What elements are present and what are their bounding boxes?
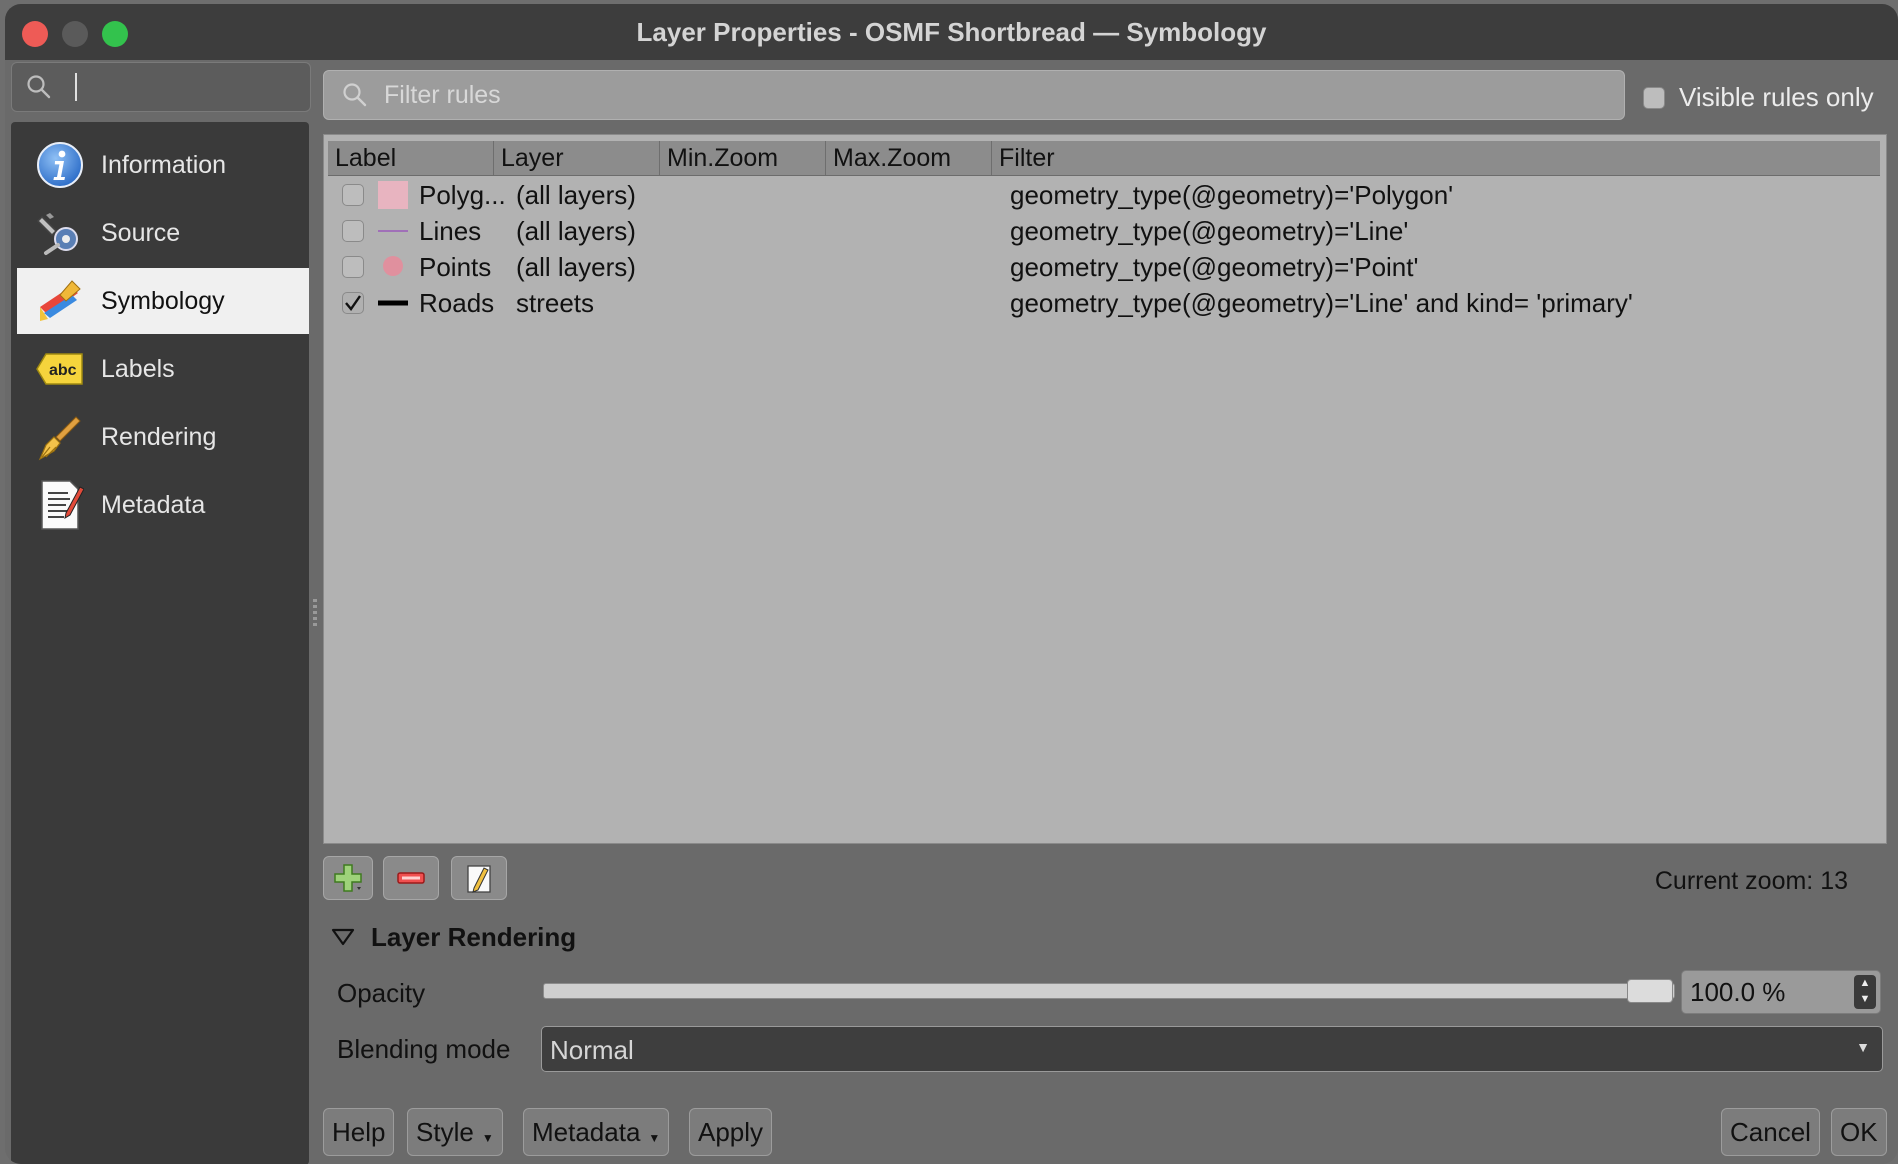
search-icon [342, 82, 368, 113]
rule-filter: geometry_type(@geometry)='Point' [1010, 252, 1419, 282]
cancel-button-label: Cancel [1730, 1116, 1811, 1147]
column-header-min-zoom[interactable]: Min.Zoom [660, 141, 826, 175]
apply-button-label: Apply [698, 1116, 764, 1147]
rule-label: Polyg... [419, 180, 506, 210]
window-title: Layer Properties - OSMF Shortbread — Sym… [636, 17, 1267, 47]
rule-filter: geometry_type(@geometry)='Line' [1010, 216, 1409, 246]
svg-text:abc: abc [49, 362, 77, 379]
rule-label: Lines [419, 216, 482, 246]
sidebar-item-source[interactable]: Source [17, 200, 309, 266]
sidebar-item-label: Source [101, 218, 181, 247]
opacity-slider-track[interactable] [543, 983, 1675, 999]
remove-icon [397, 872, 425, 884]
sidebar-item-information[interactable]: Information [17, 132, 309, 198]
line-symbol-icon [376, 213, 410, 249]
style-button[interactable]: Style ▼ [407, 1108, 503, 1156]
panel-splitter-handle[interactable] [313, 599, 317, 639]
sidebar-item-label: Rendering [101, 422, 217, 451]
rule-layer: (all layers) [516, 216, 636, 246]
symbology-icon [35, 276, 85, 326]
spinbox-arrows-icon[interactable]: ▲ ▼ [1854, 975, 1876, 1009]
collapse-triangle-icon[interactable] [331, 928, 355, 951]
visible-rules-only-toggle[interactable]: Visible rules only [1643, 82, 1874, 113]
metadata-icon [35, 480, 85, 530]
column-header-layer[interactable]: Layer [494, 141, 660, 175]
info-icon [35, 140, 85, 190]
cancel-button[interactable]: Cancel [1721, 1108, 1820, 1156]
rule-label: Roads [419, 288, 495, 318]
visible-rules-only-checkbox[interactable] [1643, 86, 1665, 109]
rule-enabled-checkbox[interactable] [342, 292, 364, 314]
source-icon [35, 208, 85, 258]
search-icon [26, 74, 52, 105]
rule-filter: geometry_type(@geometry)='Polygon' [1010, 180, 1454, 210]
metadata-button-label: Metadata [532, 1116, 641, 1147]
sidebar-item-metadata[interactable]: Metadata [17, 472, 309, 538]
style-button-label: Style [416, 1116, 474, 1147]
filter-rules-placeholder: Filter rules [384, 81, 501, 109]
metadata-button[interactable]: Metadata ▼ [523, 1108, 670, 1156]
column-header-max-zoom[interactable]: Max.Zoom [826, 141, 992, 175]
sidebar-item-label: Metadata [101, 490, 206, 519]
table-row[interactable]: Lines (all layers) geometry_type(@geomet… [328, 213, 1880, 249]
table-row[interactable]: Roads streets geometry_type(@geometry)='… [328, 285, 1880, 321]
checkmark-icon [345, 295, 361, 311]
blending-mode-select[interactable]: Normal ▼ [541, 1026, 1883, 1072]
add-icon [334, 864, 362, 892]
apply-button[interactable]: Apply [689, 1108, 773, 1156]
table-header: Label Layer Min.Zoom Max.Zoom Filter [328, 141, 1880, 176]
polygon-symbol-icon [376, 177, 410, 213]
labels-icon: abc [35, 344, 85, 394]
filter-rules-input[interactable]: Filter rules [323, 70, 1625, 120]
add-rule-button[interactable] [323, 856, 373, 900]
rule-enabled-checkbox[interactable] [342, 256, 364, 278]
rule-layer: (all layers) [516, 180, 636, 210]
blending-mode-value: Normal [550, 1035, 634, 1065]
remove-rule-button[interactable] [383, 856, 439, 900]
sidebar-item-rendering[interactable]: Rendering [17, 404, 309, 470]
sidebar-item-label: Labels [101, 354, 175, 383]
opacity-slider-handle[interactable] [1627, 979, 1673, 1003]
opacity-label: Opacity [337, 978, 426, 1008]
opacity-value: 100.0 % [1690, 977, 1786, 1007]
text-cursor [75, 73, 77, 101]
ok-button[interactable]: OK [1831, 1108, 1887, 1156]
edit-rule-button[interactable] [451, 856, 507, 900]
help-button[interactable]: Help [323, 1108, 395, 1156]
rule-enabled-checkbox[interactable] [342, 184, 364, 206]
opacity-spinbox[interactable]: 100.0 % ▲ ▼ [1681, 970, 1881, 1014]
column-header-filter[interactable]: Filter [992, 141, 1880, 175]
sidebar-item-symbology[interactable]: Symbology [17, 268, 309, 334]
dropdown-arrow-icon: ▼ [1856, 1039, 1870, 1055]
blending-mode-label: Blending mode [337, 1034, 511, 1064]
column-header-label[interactable]: Label [328, 141, 494, 175]
layer-properties-window: Layer Properties - OSMF Shortbread — Sym… [5, 4, 1898, 1164]
rule-label: Points [419, 252, 492, 282]
ok-button-label: OK [1840, 1116, 1878, 1147]
dropdown-arrow-icon: ▼ [481, 1131, 494, 1145]
sidebar: Information Source Symbology abc Labels … [11, 122, 309, 1164]
rules-table[interactable]: Label Layer Min.Zoom Max.Zoom Filter Pol… [323, 134, 1887, 844]
rule-layer: streets [516, 288, 595, 318]
title-bar[interactable]: Layer Properties - OSMF Shortbread — Sym… [5, 4, 1898, 60]
point-symbol-icon [376, 249, 410, 285]
edit-icon [467, 865, 491, 893]
sidebar-item-label: Information [101, 150, 227, 179]
sidebar-item-labels[interactable]: abc Labels [17, 336, 309, 402]
rule-enabled-checkbox[interactable] [342, 220, 364, 242]
layer-rendering-header[interactable]: Layer Rendering [371, 922, 576, 953]
rule-layer: (all layers) [516, 252, 636, 282]
rendering-icon [35, 412, 85, 462]
sidebar-item-label: Symbology [101, 286, 225, 315]
visible-rules-only-label: Visible rules only [1679, 82, 1874, 112]
sidebar-search-input[interactable] [11, 62, 311, 112]
thick-line-symbol-icon [376, 285, 410, 321]
help-button-label: Help [332, 1116, 386, 1147]
current-zoom-label: Current zoom: 13 [1654, 867, 1848, 895]
dropdown-arrow-icon: ▼ [648, 1131, 661, 1145]
table-row[interactable]: Points (all layers) geometry_type(@geome… [328, 249, 1880, 285]
table-row[interactable]: Polyg... (all layers) geometry_type(@geo… [328, 177, 1880, 213]
rule-filter: geometry_type(@geometry)='Line' and kind… [1010, 288, 1633, 318]
